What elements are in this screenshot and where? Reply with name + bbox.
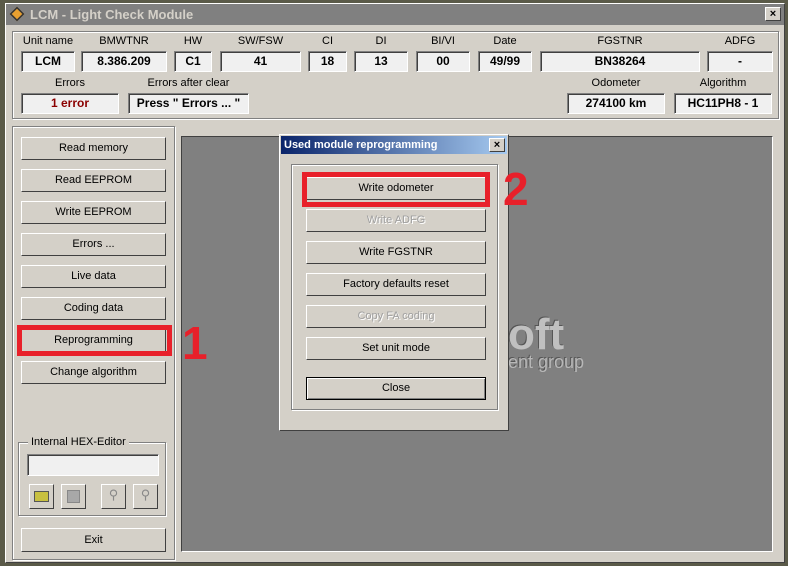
field-label: BMWTNR (99, 35, 149, 47)
sidebar-button-errors[interactable]: Errors ... (21, 233, 166, 256)
close-icon[interactable]: × (765, 7, 781, 21)
field-label: Date (493, 35, 517, 47)
field-value: 41 (220, 51, 301, 72)
field-label: BI/VI (431, 35, 455, 47)
dialog-close-icon[interactable]: × (489, 138, 505, 152)
dialog-button-write-adfg: Write ADFG (306, 209, 486, 232)
odometer-value: 274100 km (567, 93, 665, 114)
app-icon (9, 6, 25, 22)
field-value: 8.386.209 (81, 51, 167, 72)
sidebar-button-change-algorithm[interactable]: Change algorithm (21, 361, 166, 384)
highlight-reprogramming (17, 325, 172, 356)
dialog-title-bar: Used module reprogramming × (281, 136, 507, 154)
errors-label: Errors (55, 77, 85, 89)
field-value: - (707, 51, 773, 72)
errors-value: 1 error (21, 93, 119, 114)
save-icon (67, 490, 80, 503)
step-1-label: 1 (182, 317, 208, 369)
field-label: Unit name (22, 35, 74, 47)
field-label: ADFG (724, 35, 756, 47)
exit-button[interactable]: Exit (21, 528, 166, 552)
field-label: HW (183, 35, 203, 47)
field-label: FGSTNR (597, 35, 643, 47)
dialog-close-button[interactable]: Close (306, 377, 486, 400)
find-next-button[interactable]: ⚲ (133, 484, 158, 509)
field-value: 00 (416, 51, 470, 72)
logo-subtext: ent group (508, 352, 585, 372)
field-label: DI (375, 35, 387, 47)
hex-editor-label: Internal HEX-Editor (28, 436, 129, 448)
save-file-button[interactable] (61, 484, 86, 509)
field-label: CI (322, 35, 333, 47)
open-file-button[interactable] (29, 484, 54, 509)
step-2-label: 2 (503, 163, 529, 215)
find-button[interactable]: ⚲ (101, 484, 126, 509)
window-title: LCM - Light Check Module (30, 7, 194, 22)
errors-after-clear-value: Press " Errors ... " (128, 93, 249, 114)
field-value: 49/99 (478, 51, 532, 72)
field-label: SW/FSW (237, 35, 284, 47)
odometer-label: Odometer (591, 77, 641, 89)
dialog-button-factory-defaults-reset[interactable]: Factory defaults reset (306, 273, 486, 296)
dialog-button-set-unit-mode[interactable]: Set unit mode (306, 337, 486, 360)
sidebar-button-live-data[interactable]: Live data (21, 265, 166, 288)
sidebar-button-read-eeprom[interactable]: Read EEPROM (21, 169, 166, 192)
field-value: BN38264 (540, 51, 700, 72)
field-value: 18 (308, 51, 347, 72)
dialog-button-write-fgstnr[interactable]: Write FGSTNR (306, 241, 486, 264)
field-value: 13 (354, 51, 408, 72)
dialog-button-copy-fa-coding: Copy FA coding (306, 305, 486, 328)
hex-editor-input[interactable] (27, 454, 159, 476)
sidebar-button-write-eeprom[interactable]: Write EEPROM (21, 201, 166, 224)
sidebar-button-coding-data[interactable]: Coding data (21, 297, 166, 320)
field-value: C1 (174, 51, 212, 72)
algorithm-value: HC11PH8 - 1 (674, 93, 772, 114)
sidebar-button-read-memory[interactable]: Read memory (21, 137, 166, 160)
errors-after-clear-label: Errors after clear (147, 77, 230, 89)
algorithm-label: Algorithm (699, 77, 747, 89)
field-value: LCM (21, 51, 75, 72)
title-bar: LCM - Light Check Module × (6, 4, 784, 25)
dialog-title: Used module reprogramming (284, 139, 438, 151)
folder-open-icon (34, 491, 49, 502)
highlight-write-odometer (302, 172, 490, 207)
